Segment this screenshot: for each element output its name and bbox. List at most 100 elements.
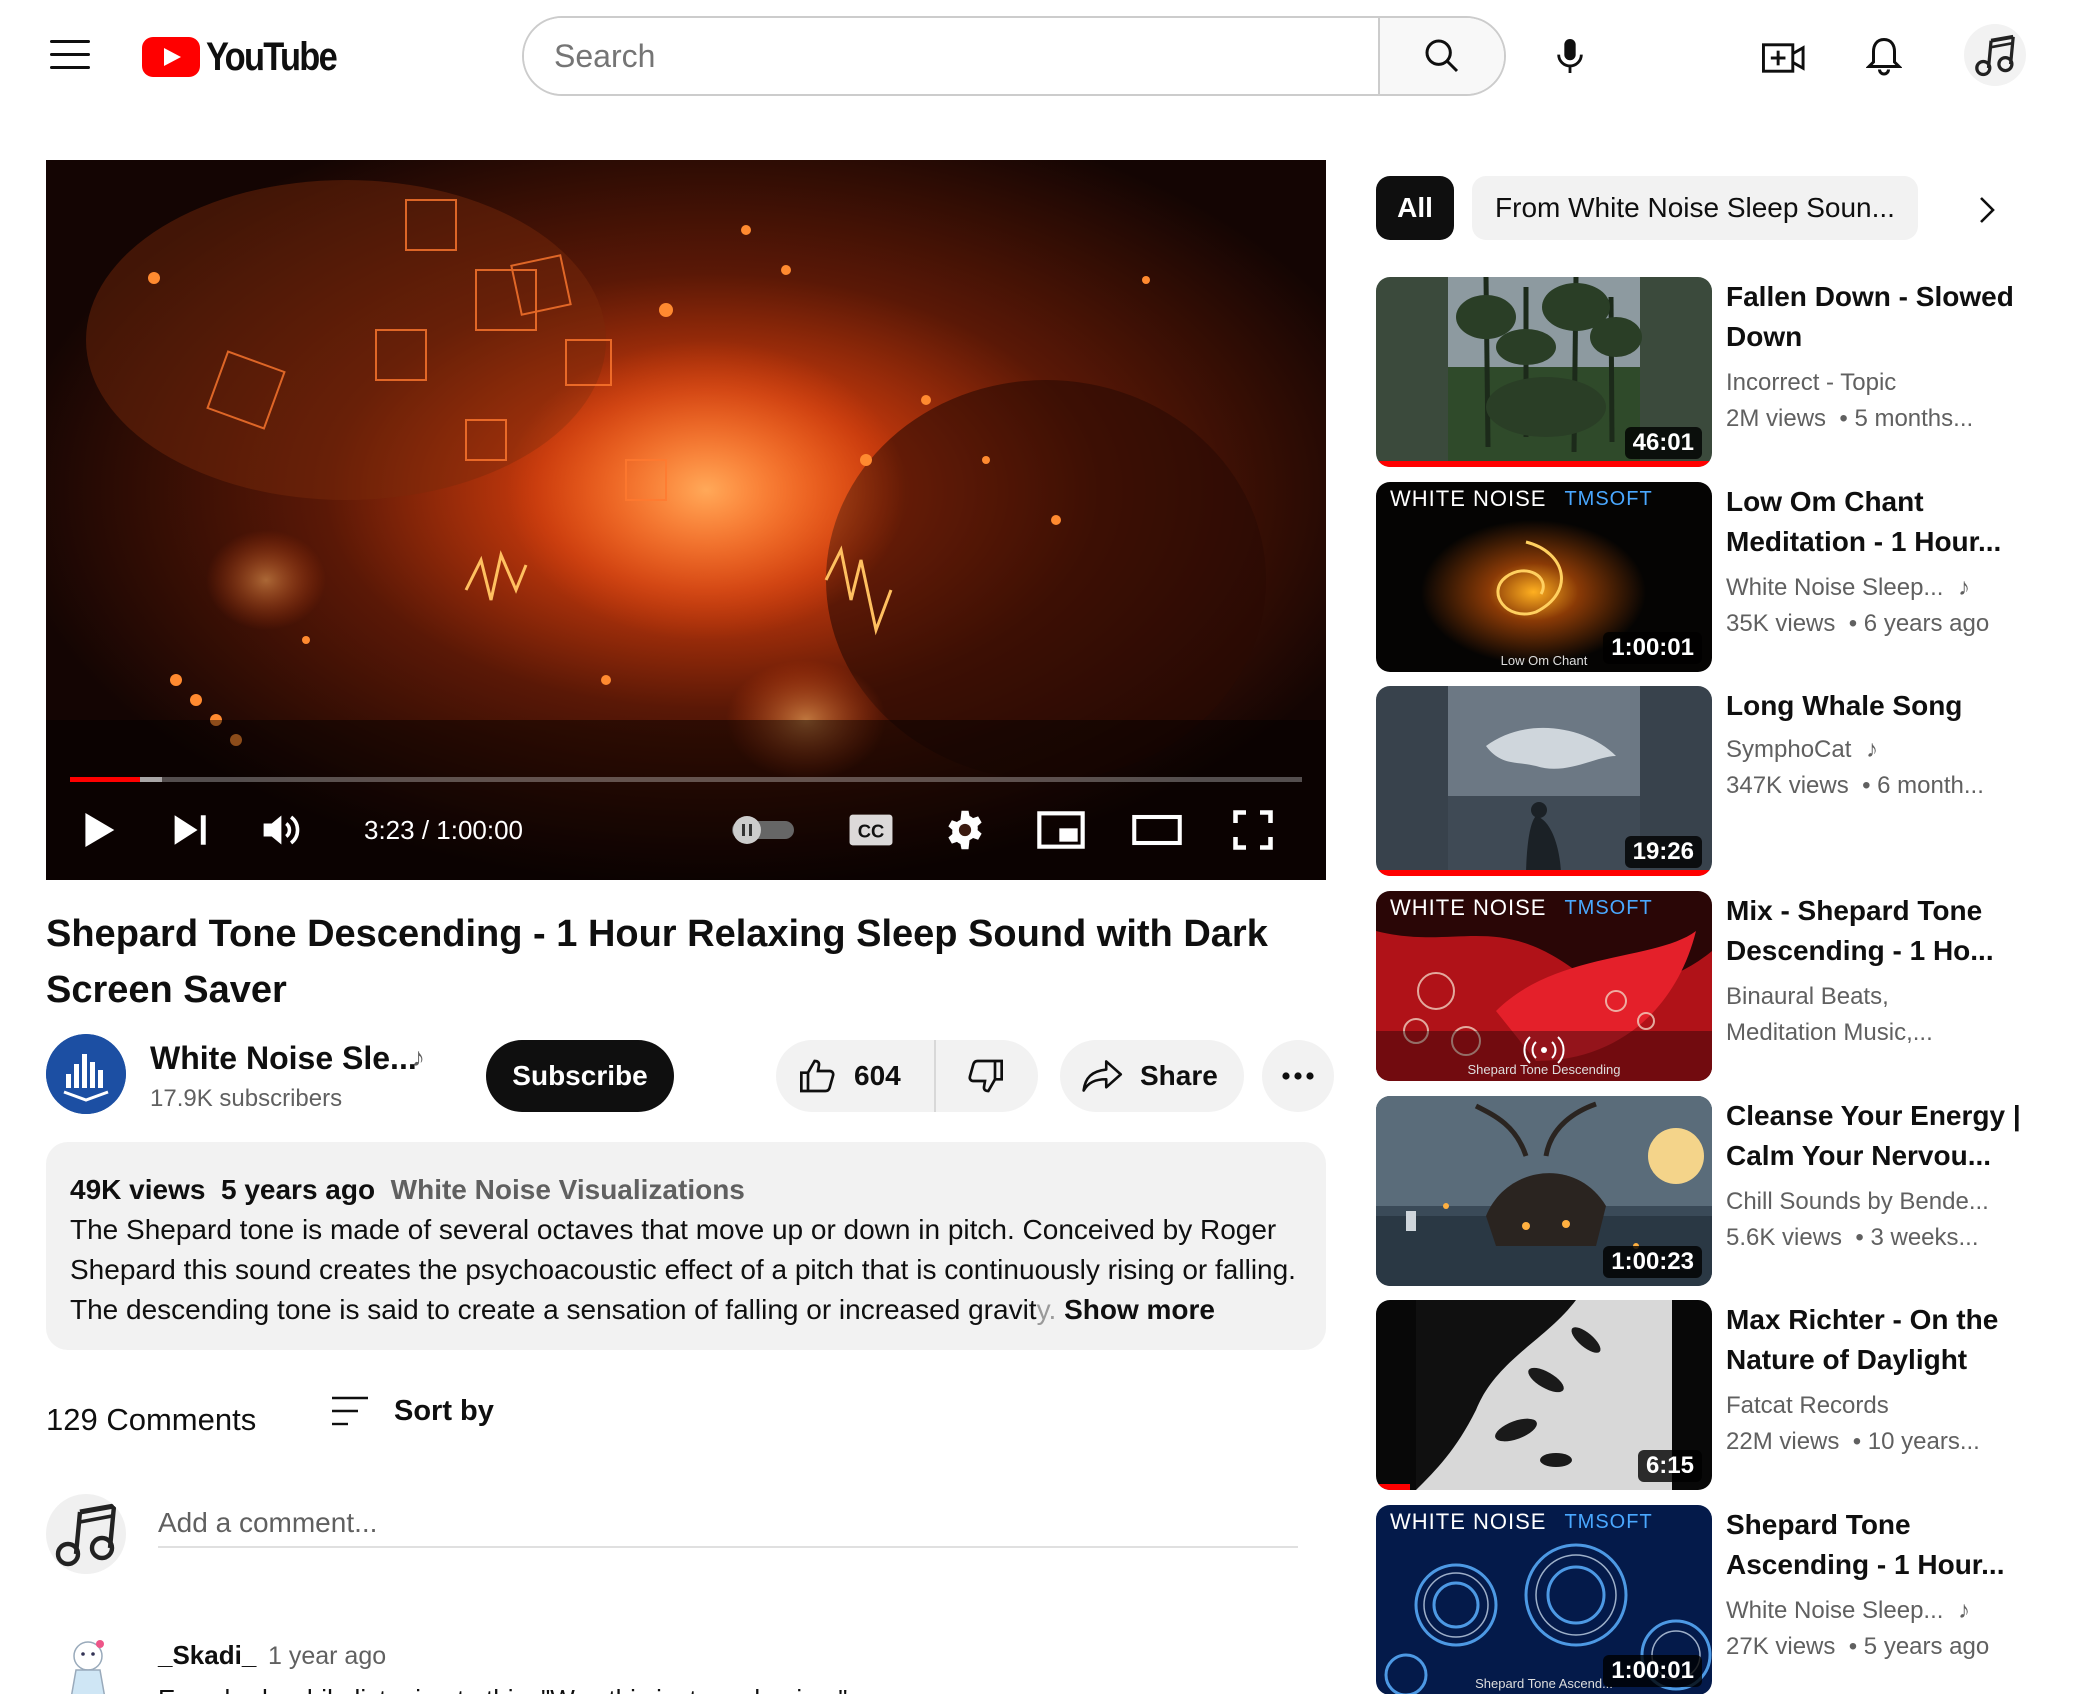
voice-search-button[interactable] — [1544, 30, 1596, 82]
like-count: 604 — [854, 1060, 901, 1091]
rec-channel[interactable]: Fatcat Records — [1726, 1392, 1889, 1420]
dislike-button[interactable] — [936, 1040, 1034, 1112]
rec-views: 35K views — [1726, 610, 1836, 637]
recommendation-item[interactable]: 6:15 Max Richter - On the Nature of Dayl… — [1376, 1300, 2056, 1490]
subtitles-button[interactable]: CC — [844, 800, 898, 860]
microphone-icon — [1557, 39, 1583, 73]
autoplay-toggle[interactable] — [728, 800, 798, 860]
video-frame — [46, 160, 1326, 880]
autoplay-pause-toggle-icon — [732, 816, 794, 844]
rec-channel[interactable]: White Noise Sleep... ♪ — [1726, 574, 1970, 602]
settings-button[interactable] — [938, 800, 992, 860]
rec-channel-line2: Meditation Music,... — [1726, 1019, 1933, 1046]
sort-comments-button[interactable]: Sort by — [330, 1394, 494, 1428]
rec-age: 5 years ago — [1863, 1633, 1990, 1660]
search-input[interactable] — [524, 18, 1378, 94]
chip-from-channel[interactable]: From White Noise Sleep Soun... — [1472, 176, 1918, 240]
rec-age: 5 months... — [1854, 405, 1974, 432]
thumbnail[interactable]: WHITE NOISE TMSOFT Shepard Tone Descendin… — [1376, 891, 1712, 1081]
rec-title[interactable]: Low Om Chant Meditation - 1 Hour... — [1726, 482, 2026, 562]
recommendation-item[interactable]: 19:26 Long Whale Song SymphoCat ♪ 347K v… — [1376, 686, 2056, 876]
theater-mode-button[interactable] — [1130, 800, 1184, 860]
rec-channel[interactable]: Incorrect - Topic — [1726, 369, 1896, 397]
duration-badge: 6:15 — [1637, 1450, 1702, 1482]
rec-age: 10 years... — [1867, 1428, 1980, 1455]
subscribe-button[interactable]: Subscribe — [486, 1040, 674, 1112]
fullscreen-button[interactable] — [1226, 800, 1280, 860]
share-label: Share — [1140, 1060, 1218, 1091]
channel-avatar[interactable] — [46, 1034, 126, 1114]
duration-badge: 19:26 — [1624, 836, 1702, 868]
rec-title[interactable]: Mix - Shepard Tone Descending - 1 Ho... — [1726, 891, 2026, 971]
rec-views: 2M views — [1726, 405, 1827, 432]
rec-title[interactable]: Max Richter - On the Nature of Daylight — [1726, 1300, 2026, 1380]
search-button[interactable] — [1378, 18, 1504, 94]
thumbs-up-icon — [800, 1059, 835, 1093]
share-button[interactable]: Share — [1060, 1040, 1244, 1112]
add-comment-input[interactable] — [158, 1500, 1298, 1548]
rec-meta: 347K views • 6 month... — [1726, 772, 1984, 799]
more-actions-button[interactable] — [1262, 1040, 1334, 1112]
white-noise-banner: WHITE NOISE TMSOFT — [1376, 482, 1712, 516]
rec-channel[interactable]: SymphoCat ♪ — [1726, 736, 1878, 764]
recommendation-item[interactable]: 1:00:23 Cleanse Your Energy | Calm Your … — [1376, 1096, 2056, 1286]
miniplayer-button[interactable] — [1034, 800, 1088, 860]
video-player[interactable]: 3:23 / 1:00:00 CC — [46, 160, 1326, 880]
recommendation-item[interactable]: WHITE NOISE TMSOFT Low Om Chant 1:00:01 L… — [1376, 482, 2056, 672]
masthead: YouTube — [0, 0, 2080, 112]
rec-title[interactable]: Long Whale Song — [1726, 686, 2026, 726]
rec-views: 347K views — [1726, 772, 1849, 799]
menu-icon[interactable] — [50, 40, 90, 70]
duration-badge: 1:00:01 — [1603, 632, 1702, 664]
account-avatar[interactable] — [1964, 24, 2026, 86]
comment-time[interactable]: 1 year ago — [268, 1642, 386, 1671]
thumbnail[interactable]: WHITE NOISE TMSOFT Shepard Tone Ascend...… — [1376, 1505, 1712, 1694]
cc-icon: CC — [849, 814, 893, 846]
thumb-caption: Shepard Tone Descending — [1467, 1062, 1621, 1077]
recommendation-item[interactable]: WHITE NOISE TMSOFT Shepard Tone Descendin… — [1376, 891, 2056, 1081]
commenter-avatar[interactable] — [50, 1634, 126, 1694]
thumbnail[interactable]: 19:26 — [1376, 686, 1712, 876]
share-arrow-icon — [1082, 1060, 1123, 1092]
rec-channel[interactable]: Binaural Beats, — [1726, 983, 1889, 1011]
next-button[interactable] — [164, 800, 218, 860]
view-count: 49K views — [70, 1174, 206, 1205]
white-noise-logo-icon — [46, 1034, 126, 1114]
thumbnail[interactable]: 46:01 — [1376, 277, 1712, 467]
notifications-button[interactable] — [1858, 30, 1910, 82]
white-noise-banner: WHITE NOISE TMSOFT — [1376, 891, 1712, 925]
thumbs-down-icon — [968, 1059, 1003, 1093]
thumbnail[interactable]: 6:15 — [1376, 1300, 1712, 1490]
rec-views: 5.6K views — [1726, 1224, 1843, 1251]
youtube-logo[interactable]: YouTube — [142, 35, 357, 79]
rec-meta: 5.6K views • 3 weeks... — [1726, 1224, 1979, 1251]
show-more-button[interactable]: Show more — [1064, 1294, 1215, 1325]
channel-tag[interactable]: White Noise Visualizations — [391, 1174, 745, 1205]
thumbnail[interactable]: 1:00:23 — [1376, 1096, 1712, 1286]
rec-title[interactable]: Cleanse Your Energy | Calm Your Nervou..… — [1726, 1096, 2026, 1176]
banner-brand: TMSOFT — [1564, 1510, 1653, 1533]
mute-button[interactable] — [256, 800, 310, 860]
rec-title[interactable]: Fallen Down - Slowed Down — [1726, 277, 2026, 357]
recommendation-item[interactable]: 46:01 Fallen Down - Slowed Down Incorrec… — [1376, 277, 2056, 467]
like-dislike-group: 604 — [776, 1040, 1038, 1112]
rec-channel[interactable]: White Noise Sleep... ♪ — [1726, 1597, 1970, 1625]
chip-all[interactable]: All — [1376, 176, 1454, 240]
rec-title[interactable]: Shepard Tone Ascending - 1 Hour... — [1726, 1505, 2026, 1585]
chips-next-button[interactable] — [1966, 190, 2006, 230]
play-button[interactable] — [72, 800, 126, 860]
subscriber-count: 17.9K subscribers — [150, 1085, 343, 1112]
like-button[interactable]: 604 — [776, 1040, 936, 1112]
gear-icon — [948, 810, 982, 850]
thumbnail[interactable]: WHITE NOISE TMSOFT Low Om Chant 1:00:01 — [1376, 482, 1712, 672]
rec-channel[interactable]: Chill Sounds by Bende... — [1726, 1188, 1989, 1216]
create-button[interactable] — [1758, 32, 1810, 84]
description-box[interactable]: 49K views 5 years ago White Noise Visual… — [46, 1142, 1326, 1350]
channel-name[interactable]: White Noise Sle... — [150, 1040, 417, 1077]
progress-bar[interactable] — [70, 777, 1302, 782]
comment-author[interactable]: _Skadi_ — [158, 1640, 256, 1671]
skip-next-icon — [174, 815, 206, 845]
banner-brand: TMSOFT — [1564, 896, 1653, 919]
recommendation-item[interactable]: WHITE NOISE TMSOFT Shepard Tone Ascend...… — [1376, 1505, 2056, 1694]
rec-meta: 35K views • 6 years ago — [1726, 610, 1990, 637]
